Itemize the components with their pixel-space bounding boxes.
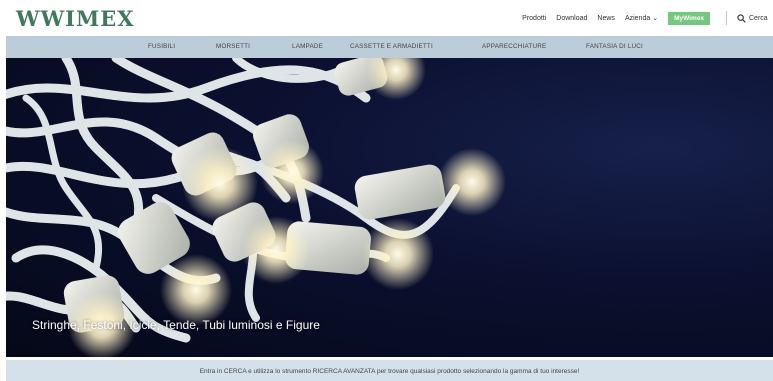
nav-azienda[interactable]: Azienda ⌄ <box>625 14 658 22</box>
nav-news[interactable]: News <box>597 15 615 22</box>
mywimex-button[interactable]: MyWimex <box>668 11 710 25</box>
nav-download[interactable]: Download <box>556 15 587 22</box>
category-fusibili[interactable]: FUSIBILI <box>148 36 175 58</box>
category-fantasia-di-luci[interactable]: FANTASIA DI LUCI <box>586 36 643 58</box>
top-nav: Prodotti Download News Azienda ⌄ MyWimex… <box>522 0 773 36</box>
search-button[interactable]: Cerca <box>737 13 773 23</box>
info-text: Entra in CERCA e utilizza lo strumento R… <box>199 368 580 375</box>
info-bar: Entra in CERCA e utilizza lo strumento R… <box>6 360 773 381</box>
wimex-logo[interactable]: WWIMEX <box>16 5 135 31</box>
hero-caption[interactable]: Stringhe, Festoni, Icicle, Tende, Tubi l… <box>32 318 320 332</box>
chevron-down-icon: ⌄ <box>652 15 659 22</box>
search-label: Cerca <box>749 14 768 22</box>
divider <box>726 11 727 25</box>
search-icon <box>737 13 746 23</box>
hero-image <box>6 58 506 357</box>
top-header: WWIMEX Prodotti Download News Azienda ⌄ … <box>0 0 773 36</box>
nav-prodotti[interactable]: Prodotti <box>522 15 546 22</box>
category-morsetti[interactable]: MORSETTI <box>216 36 250 58</box>
category-nav: FUSIBILI MORSETTI LAMPADE CASSETTE E ARM… <box>6 36 773 58</box>
logo-text: WWIMEX <box>16 5 135 31</box>
category-lampade[interactable]: LAMPADE <box>292 36 323 58</box>
hero-banner[interactable]: Stringhe, Festoni, Icicle, Tende, Tubi l… <box>6 58 773 357</box>
category-apparecchiature[interactable]: APPARECCHIATURE <box>482 36 546 58</box>
nav-azienda-label: Azienda <box>624 15 651 22</box>
category-cassette-armadietti[interactable]: CASSETTE E ARMADIETTI <box>350 36 433 58</box>
